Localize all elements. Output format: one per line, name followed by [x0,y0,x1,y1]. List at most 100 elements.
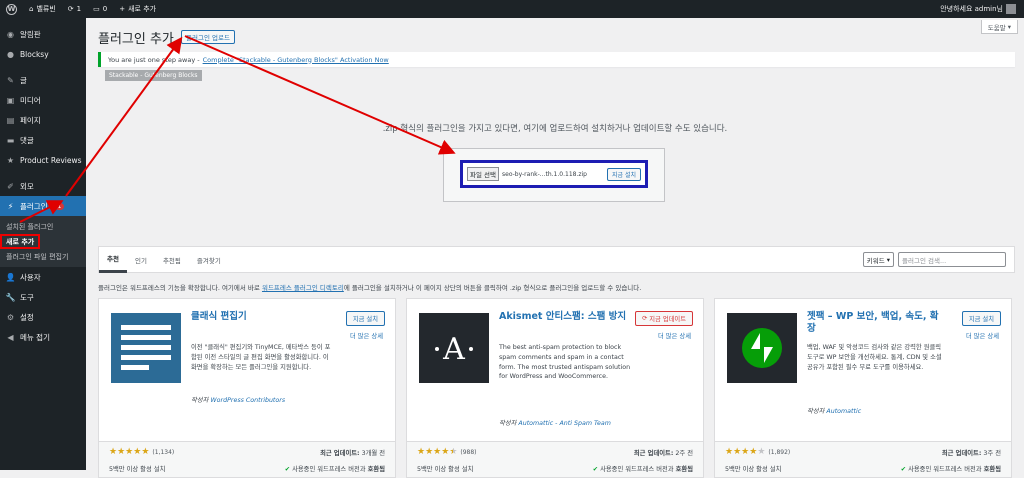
tab-favorites[interactable]: 즐겨찾기 [189,246,229,273]
tab-featured[interactable]: 추천 [99,246,127,273]
star-icon: ★ [725,447,734,457]
jetpack-icon [727,313,797,383]
wp-logo-button[interactable]: W [0,0,23,18]
compatibility: ✔ 사용중인 워드프레스 버전과 호환됨 [901,464,1001,473]
more-details-link[interactable]: 더 많은 상세 [658,331,691,340]
refresh-icon: ⟳ [641,315,648,322]
site-name: 벨류빈 [36,5,56,13]
updates-count: 1 [76,5,82,13]
sidebar-item-label: 메뉴 접기 [20,332,50,342]
upload-plugin-button[interactable]: 플러그인 업로드 [181,30,235,44]
plugin-name[interactable]: 클래식 편집기 [191,311,331,323]
sidebar-item-label: 글 [20,75,27,85]
chevron-down-icon: ▾ [886,255,890,264]
install-now-button[interactable]: 지금 설치 [345,311,385,326]
plugin-search-input[interactable]: 플러그인 검색... [898,252,1006,267]
tab-popular[interactable]: 인기 [127,246,155,273]
svg-text:A: A [442,332,465,367]
install-now-button[interactable]: 지금 설치 [961,311,1001,326]
sidebar-item-settings[interactable]: ⚙ 설정 [0,307,86,327]
install-now-button[interactable]: 지금 설치 [607,167,641,181]
rating-count[interactable]: (1,134) [152,449,174,456]
account-menu[interactable]: 안녕하세요 admin님 [940,4,1024,14]
site-name-link[interactable]: ⌂ 벨류빈 [23,0,62,18]
rating-stars: ★ ★ ★ ★ ★ (1,892) [725,448,790,457]
plugin-description: 이전 "클래식" 편집기와 TinyMCE, 메타박스 등이 포함된 이전 스타… [191,344,331,371]
rating-count[interactable]: (1,892) [768,449,790,456]
sidebar-item-pages[interactable]: ▤ 페이지 [0,110,86,130]
more-details-link[interactable]: 더 많은 상세 [350,331,383,340]
author-prefix: 작성자 [499,420,517,427]
avatar [1006,4,1016,14]
upload-form-inner: 파일 선택 seo-by-rank-...th.1.0.118.zip 지금 설… [460,160,648,188]
tab-recommended[interactable]: 추천됨 [155,246,189,273]
star-icon: ★ [441,447,450,457]
star-icon: ★ [109,447,118,457]
sidebar-item-comments[interactable]: ▬ 댓글 [0,130,86,150]
author-link[interactable]: Automattic [826,408,861,415]
sidebar-item-blocksy[interactable]: ● Blocksy [0,44,86,64]
settings-icon: ⚙ [6,312,15,322]
updates-link[interactable]: ⟳ 1 [62,0,87,18]
submenu-add-new[interactable]: 새로 추가 [0,234,40,249]
submenu-installed-plugins[interactable]: 설치된 플러그인 [0,219,86,234]
update-now-button[interactable]: ⟳ 지금 업데이트 [634,311,693,326]
updated-value: 3개월 전 [361,450,385,457]
sidebar-item-tools[interactable]: 🔧 도구 [0,287,86,307]
choose-file-button[interactable]: 파일 선택 [467,167,499,181]
last-updated: 최근 업데이트: 3개월 전 [320,448,385,457]
action-label: 지금 설치 [968,316,994,323]
comment-icon: ▭ [93,5,100,13]
submenu-plugin-file-editor[interactable]: 플러그인 파일 편집기 [0,249,86,264]
rating-count[interactable]: (988) [460,449,476,456]
sidebar-item-dashboard[interactable]: ◉ 알림판 [0,24,86,44]
brush-icon: ✐ [7,181,14,191]
updated-label: 최근 업데이트: [633,450,674,457]
author-link[interactable]: WordPress Contributors [210,397,285,404]
akismet-icon: A [419,313,489,383]
user-icon: 👤 [5,272,16,282]
plugin-author: 작성자 Automattic - Anti Spam Team [499,418,611,427]
update-badge: 1 [54,202,65,210]
more-details-link[interactable]: 더 많은 상세 [966,331,999,340]
plus-icon: + [119,5,126,13]
author-prefix: 작성자 [191,397,209,404]
sidebar-item-label: 사용자 [20,272,41,282]
plugin-card-footer: ★ ★ ★ ★ ★ (988) 5백만 이상 활성 설치 최근 업데이트: 2주 전 ✔… [407,441,703,477]
plugin-tag: Stackable - Gutenberg Blocks [105,70,202,81]
active-installs: 5백만 이상 활성 설치 [417,466,474,473]
plugin-card-footer: ★ ★ ★ ★ ★ (1,892) 5백만 이상 활성 설치 최근 업데이트: 3주 전… [715,441,1011,477]
updated-label: 최근 업데이트: [320,450,360,457]
plugin-description: 백업, WAF 및 악성코드 검사와 같은 강력한 원클릭 도구로 WP 보안을… [807,344,942,371]
plugin-directory-link[interactable]: 워드프레스 플러그인 디렉토리 [262,284,344,292]
star-icon: ★ [417,447,426,457]
help-button[interactable]: 도움말 ▾ [980,20,1018,34]
new-label: 새로 추가 [128,5,157,13]
wordpress-icon: W [6,3,17,15]
chevron-down-icon: ▾ [1007,22,1011,31]
comments-link[interactable]: ▭ 0 [87,0,113,18]
sidebar-item-appearance[interactable]: ✐ 외모 [0,176,86,196]
plugin-card-jetpack: 젯팩 – WP 보안, 백업, 속도, 확장 백업, WAF 및 악성코드 검사… [714,298,1012,478]
activation-link[interactable]: Complete "Stackable - Gutenberg Blocks" … [203,56,389,64]
plugin-name[interactable]: Akismet 안티스팸: 스팸 방지 [499,311,639,323]
author-link[interactable]: Automattic - Anti Spam Team [518,420,610,427]
empty-star-icon: ★ [757,447,766,457]
sidebar-item-product-reviews[interactable]: ★ Product Reviews [0,150,86,170]
active-installs: 5백만 이상 활성 설치 [109,466,166,473]
sidebar-item-plugins[interactable]: ⚡ 플러그인 1 [0,196,86,216]
admin-sidebar: ◉ 알림판 ● Blocksy ✎ 글 ▣ 미디어 ▤ 페이지 ▬ 댓글 ★ Product … [0,18,86,470]
sidebar-item-media[interactable]: ▣ 미디어 [0,90,86,110]
sidebar-item-posts[interactable]: ✎ 글 [0,70,86,90]
pin-icon: ✎ [7,75,14,85]
sidebar-item-users[interactable]: 👤 사용자 [0,267,86,287]
action-label: 지금 설치 [352,316,378,323]
activation-notice: You are just one step away - Complete "S… [98,52,1015,67]
plugin-name[interactable]: 젯팩 – WP 보안, 백업, 속도, 확장 [807,311,947,335]
star-icon: ★ [741,447,750,457]
sidebar-item-collapse[interactable]: ◀ 메뉴 접기 [0,327,86,347]
search-type-select[interactable]: 키워드 ▾ [862,252,894,267]
new-content-link[interactable]: + 새로 추가 [113,0,162,18]
plugins-submenu: 설치된 플러그인 새로 추가 플러그인 파일 편집기 [0,216,86,267]
page-icon: ▤ [6,115,15,125]
